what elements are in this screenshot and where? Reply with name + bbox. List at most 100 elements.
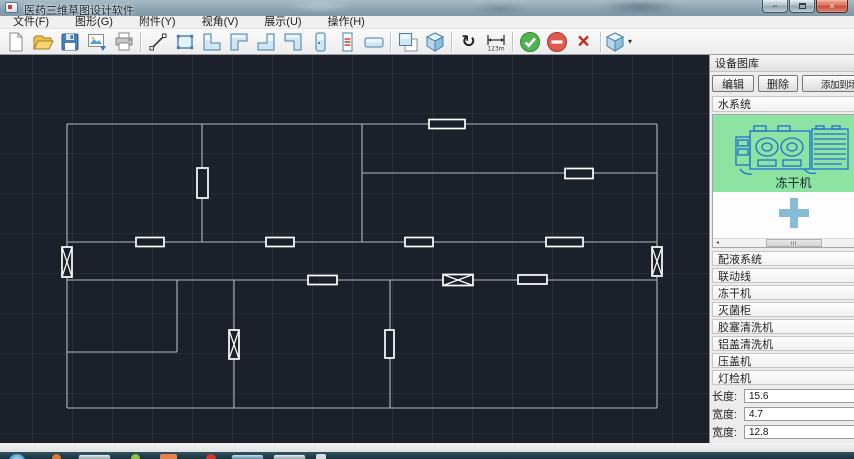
window-symbol[interactable] xyxy=(429,120,465,129)
door-symbol[interactable] xyxy=(229,330,239,359)
rectangle-tool-button[interactable] xyxy=(171,30,198,54)
app-icon xyxy=(5,2,18,13)
confirm-button[interactable] xyxy=(516,30,543,54)
window-symbol[interactable] xyxy=(385,330,394,358)
menu-item-5[interactable]: 展示(U) xyxy=(251,16,314,28)
wall-corner-bottom-right-button[interactable] xyxy=(252,30,279,54)
field-row-1: 长度: xyxy=(712,389,854,403)
window-symbol[interactable] xyxy=(197,168,208,198)
window-symbol[interactable] xyxy=(565,169,593,179)
minimize-button[interactable]: − xyxy=(762,0,788,13)
dimension-input-3[interactable] xyxy=(744,425,854,439)
category-item-4[interactable]: 灭菌柜 xyxy=(712,302,854,317)
delete-button[interactable]: 删除 xyxy=(758,75,798,92)
door-symbol[interactable] xyxy=(652,247,662,276)
equipment-item-add[interactable] xyxy=(713,192,854,234)
category-item-7[interactable]: 压盖机 xyxy=(712,353,854,368)
overlap-rectangles-button[interactable] xyxy=(394,30,421,54)
window-symbol[interactable] xyxy=(405,238,433,247)
maximize-icon xyxy=(799,3,806,9)
door-tool-button[interactable] xyxy=(306,30,333,54)
horizontal-scroll-thumb[interactable] xyxy=(766,239,822,247)
panel-tool-button[interactable] xyxy=(360,30,387,54)
main-area: 设备图库 × 编辑 删除 添加到场景 水系统 xyxy=(0,55,854,443)
taskbar-button[interactable] xyxy=(78,454,111,459)
taskbar-icon[interactable] xyxy=(52,454,61,459)
print-button[interactable] xyxy=(110,30,137,54)
floorplan-svg xyxy=(0,55,709,443)
category-item-1[interactable]: 配液系统 xyxy=(712,251,854,266)
dimension-input-1[interactable] xyxy=(744,389,854,403)
category-item-8[interactable]: 灯检机 xyxy=(712,370,854,385)
new-file-icon xyxy=(4,30,28,54)
menu-item-6[interactable]: 操作(H) xyxy=(315,16,378,28)
overlap-rectangles-icon xyxy=(396,30,420,54)
confirm-icon xyxy=(518,30,542,54)
window-symbol[interactable] xyxy=(546,238,583,247)
delete-button[interactable]: × xyxy=(570,30,597,54)
cube-3d-button[interactable] xyxy=(421,30,448,54)
view-cube-button[interactable]: ▾ xyxy=(604,30,631,54)
menu-item-1[interactable]: 文件(F) xyxy=(0,16,62,28)
dimension-input-2[interactable] xyxy=(744,407,854,421)
wall-corner-bottom-left-button[interactable] xyxy=(198,30,225,54)
taskbar-icon[interactable] xyxy=(206,454,216,459)
wall-corner-top-right-button[interactable] xyxy=(279,30,306,54)
open-folder-button[interactable] xyxy=(29,30,56,54)
category-item-6[interactable]: 铝盖清洗机 xyxy=(712,336,854,351)
menu-item-3[interactable]: 附件(Y) xyxy=(126,16,189,28)
door-symbol[interactable] xyxy=(443,275,473,286)
rotate-view-button[interactable]: ↻ xyxy=(455,30,482,54)
toolbar: ↻ 123m × ▾ xyxy=(0,29,854,55)
drawing-canvas[interactable] xyxy=(0,55,709,443)
door-tool-icon xyxy=(308,30,332,54)
listbox-content: 冻干机 xyxy=(713,115,854,238)
category-item-5[interactable]: 胶塞清洗机 xyxy=(712,319,854,334)
dimension-fields: 长度: 宽度: 宽度: xyxy=(712,389,854,443)
save-button[interactable] xyxy=(56,30,83,54)
scroll-left-icon[interactable]: ◄ xyxy=(713,239,722,247)
window-bottom-edge xyxy=(0,443,854,452)
menu-item-4[interactable]: 视角(V) xyxy=(189,16,252,28)
window-symbol[interactable] xyxy=(136,238,164,247)
category-item-3[interactable]: 冻干机 xyxy=(712,285,854,300)
category-water-system[interactable]: 水系统 xyxy=(712,96,854,112)
toolbar-separator xyxy=(451,32,452,52)
taskbar-icon[interactable] xyxy=(160,454,177,459)
window-tool-button[interactable] xyxy=(333,30,360,54)
measure-button[interactable]: 123m xyxy=(482,30,509,54)
new-file-button[interactable] xyxy=(2,30,29,54)
title-bar: 医药三维草图设计软件 − × xyxy=(0,0,854,16)
window-symbol[interactable] xyxy=(518,275,547,284)
cube-3d-icon xyxy=(423,30,447,54)
menu-bar: 文件(F)图形(G)附件(Y)视角(V)展示(U)操作(H) xyxy=(0,16,854,29)
window-symbol[interactable] xyxy=(266,238,294,247)
start-orb[interactable] xyxy=(8,454,26,459)
edit-button[interactable]: 编辑 xyxy=(712,75,754,92)
toolbar-separator xyxy=(512,32,513,52)
windows-taskbar[interactable] xyxy=(0,452,854,459)
line-tool-button[interactable] xyxy=(144,30,171,54)
door-symbol[interactable] xyxy=(62,247,72,277)
taskbar-button[interactable] xyxy=(273,454,306,459)
menu-item-2[interactable]: 图形(G) xyxy=(62,16,126,28)
field-label-3: 宽度: xyxy=(712,424,744,440)
horizontal-scrollbar[interactable]: ◄ ► xyxy=(713,238,854,247)
rectangle-tool-icon xyxy=(173,30,197,54)
export-image-button[interactable] xyxy=(83,30,110,54)
taskbar-icon[interactable] xyxy=(131,454,140,459)
window-symbol[interactable] xyxy=(308,276,337,285)
equipment-item-selected[interactable]: 冻干机 xyxy=(713,115,854,192)
add-to-scene-button[interactable]: 添加到场景 xyxy=(802,75,854,92)
field-label-2: 宽度: xyxy=(712,406,744,422)
rotate-view-icon: ↻ xyxy=(461,33,475,50)
taskbar-button[interactable] xyxy=(231,454,264,459)
taskbar-icon[interactable] xyxy=(316,454,326,459)
remove-button[interactable] xyxy=(543,30,570,54)
close-button[interactable]: × xyxy=(816,0,848,13)
wall-corner-top-left-button[interactable] xyxy=(225,30,252,54)
maximize-button[interactable] xyxy=(789,0,815,13)
app-window: 医药三维草图设计软件 − × 文件(F)图形(G)附件(Y)视角(V)展示(U)… xyxy=(0,0,854,452)
category-item-2[interactable]: 联动线 xyxy=(712,268,854,283)
dropdown-arrow-icon[interactable]: ▾ xyxy=(628,37,632,46)
